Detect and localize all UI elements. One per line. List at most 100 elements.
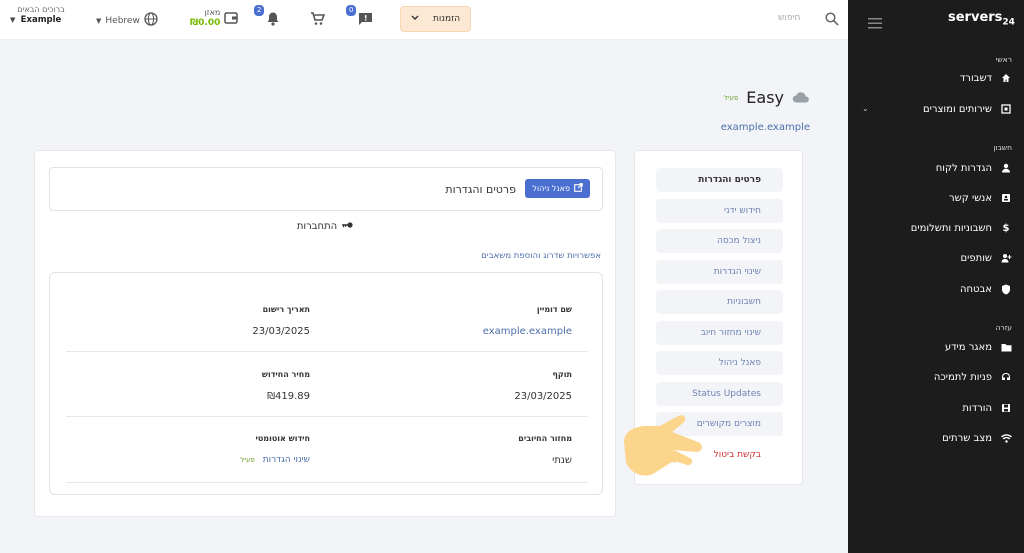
sidebar-item-partners[interactable]: שותפים [852,250,1012,266]
orders-label: הזמנות [433,14,461,24]
sidebar-section-main: ראשי [995,55,1012,64]
domain-subtitle: example.example [720,122,810,133]
admin-panel-button[interactable]: פאנל ניהול [525,179,590,198]
globe-icon [144,12,158,29]
upgrade-options-link[interactable]: אפשרויות שדרוג והוספת משאבים [481,251,601,261]
bell-icon [266,11,280,30]
top-bar: ▼ ברוכים הבאים Example ▼ Hebrew מאזן ₪0.… [0,0,848,40]
menu-change-billing-cycle[interactable]: שינוי מחזור חיוב [656,321,783,345]
messages-button[interactable]: 0 [346,5,373,30]
orders-dropdown[interactable]: הזמנות [400,6,472,32]
field-label: מחזור החיובים [518,434,572,443]
dollar-icon: $ [1002,222,1010,234]
sidebar-section-account: חשבון [993,143,1012,152]
balance-amount: ₪0.00 [190,18,221,28]
sidebar-item-label: פניות לתמיכה [933,371,992,383]
key-icon [341,221,353,232]
domain-info-box: שם דומיין example.example תאריך רישום 23… [49,272,603,495]
sidebar-item-dashboard[interactable]: דשבורד [852,70,1012,86]
login-label: התחברות [296,221,338,232]
domain-name-field: שם דומיין example.example [372,305,572,337]
hamburger-icon[interactable] [868,14,882,33]
wallet-icon [224,9,239,28]
admin-panel-label: פאנל ניהול [532,184,570,193]
change-settings-link[interactable]: שינוי הגדרות [263,455,310,465]
status-badge: פעיל [723,93,739,102]
sidebar-item-client-settings[interactable]: הגדרות לקוח [852,160,1012,176]
sidebar-item-contacts[interactable]: אנשי קשר [852,190,1012,206]
sidebar-item-label: הגדרות לקוח [935,162,992,174]
sidebar-item-label: שותפים [960,252,993,264]
field-value: 23/03/2025 [514,391,572,402]
download-icon [1000,402,1012,414]
sidebar-item-security[interactable]: אבטחה [852,281,1012,297]
pointing-hand-icon [616,412,706,486]
menu-status-updates[interactable]: Status Updates [656,382,783,406]
field-value[interactable]: example.example [372,326,572,337]
balance-widget[interactable]: מאזן ₪0.00 [190,8,239,28]
message-icon [358,11,373,30]
user-greeting: ברוכים הבאים [17,5,65,14]
sidebar-item-label: שירותים ומוצרים [922,103,992,115]
details-card: פרטים והגדרות פאנל ניהול התחברות אפשרויו… [34,150,616,517]
renewal-price-field: מחיר החידוש ₪419.89 [110,370,310,402]
info-row: תוקף 23/03/2025 מחיר החידוש ₪419.89 [66,370,588,417]
info-row: שם דומיין example.example תאריך רישום 23… [66,305,588,352]
field-label: שם דומיין [536,305,572,314]
messages-badge: 0 [346,5,357,16]
info-row: מחזור החיובים שנתי חידוש אוטומטי פעיל שי… [66,434,588,483]
sidebar-item-invoices[interactable]: חשבוניות ותשלומים $ [852,220,1012,236]
sidebar-item-label: אנשי קשר [948,192,992,204]
balance-label: מאזן [204,8,221,17]
sidebar-item-server-status[interactable]: מצב שרתים [852,430,1012,446]
login-link[interactable]: התחברות [35,221,615,232]
folder-icon [1000,341,1012,353]
cart-button[interactable] [310,11,326,30]
notifications-button[interactable]: 2 [254,5,280,30]
sidebar: servers24 ראשי דשבורד ⌄ שירותים ומוצרים … [848,0,1024,553]
logo-suffix: 24 [1002,17,1015,28]
expiry-field: תוקף 23/03/2025 [372,370,572,402]
chevron-down-icon: ▼ [96,16,102,25]
sidebar-section-help: עזרה [995,323,1012,332]
field-label: חידוש אוטומטי [255,434,310,443]
sidebar-item-downloads[interactable]: הורדות [852,400,1012,416]
chevron-down-icon: ▼ [10,16,16,24]
menu-manual-renewal[interactable]: חידוש ידני [656,199,783,223]
box-icon [1000,103,1012,115]
search-icon[interactable] [825,11,839,30]
menu-invoices[interactable]: חשבוניות [656,290,783,314]
menu-details-settings[interactable]: פרטים והגדרות [656,168,783,192]
language-label: Hebrew [105,15,140,26]
logo[interactable]: servers24 [948,10,1015,28]
external-link-icon [574,183,583,194]
status-badge: פעיל [240,456,255,464]
language-selector[interactable]: ▼ Hebrew [96,12,158,29]
sidebar-item-knowledge-base[interactable]: מאגר מידע [852,339,1012,355]
field-value: שנתי [552,455,572,466]
menu-quota-usage[interactable]: ניצול מכסה [656,229,783,253]
logo-text: servers [948,10,1003,25]
sidebar-item-services[interactable]: שירותים ומוצרים [852,101,1012,117]
wifi-icon [1000,432,1012,444]
billing-cycle-field: מחזור החיובים שנתי [372,434,572,466]
home-icon [1000,72,1012,84]
sidebar-item-label: מצב שרתים [942,432,992,444]
user-menu[interactable]: ▼ ברוכים הבאים Example [6,4,76,26]
field-label: תאריך רישום [262,305,310,314]
sidebar-item-support-tickets[interactable]: פניות לתמיכה [852,369,1012,385]
support-icon [1000,371,1012,383]
sidebar-item-label: הורדות [962,402,992,414]
chevron-down-icon [411,14,419,24]
field-label: מחיר החידוש [261,370,310,379]
search-input[interactable]: חיפוש [778,13,800,23]
registration-date-field: תאריך רישום 23/03/2025 [110,305,310,337]
page-title: Easy [746,88,784,107]
user-plus-icon [1000,252,1012,264]
user-icon [1000,162,1012,174]
menu-change-settings[interactable]: שינוי הגדרות [656,260,783,284]
cloud-icon [792,88,810,107]
sidebar-item-label: אבטחה [959,283,992,295]
menu-admin-panel[interactable]: פאנל ניהול [656,351,783,375]
cart-icon [310,11,326,30]
